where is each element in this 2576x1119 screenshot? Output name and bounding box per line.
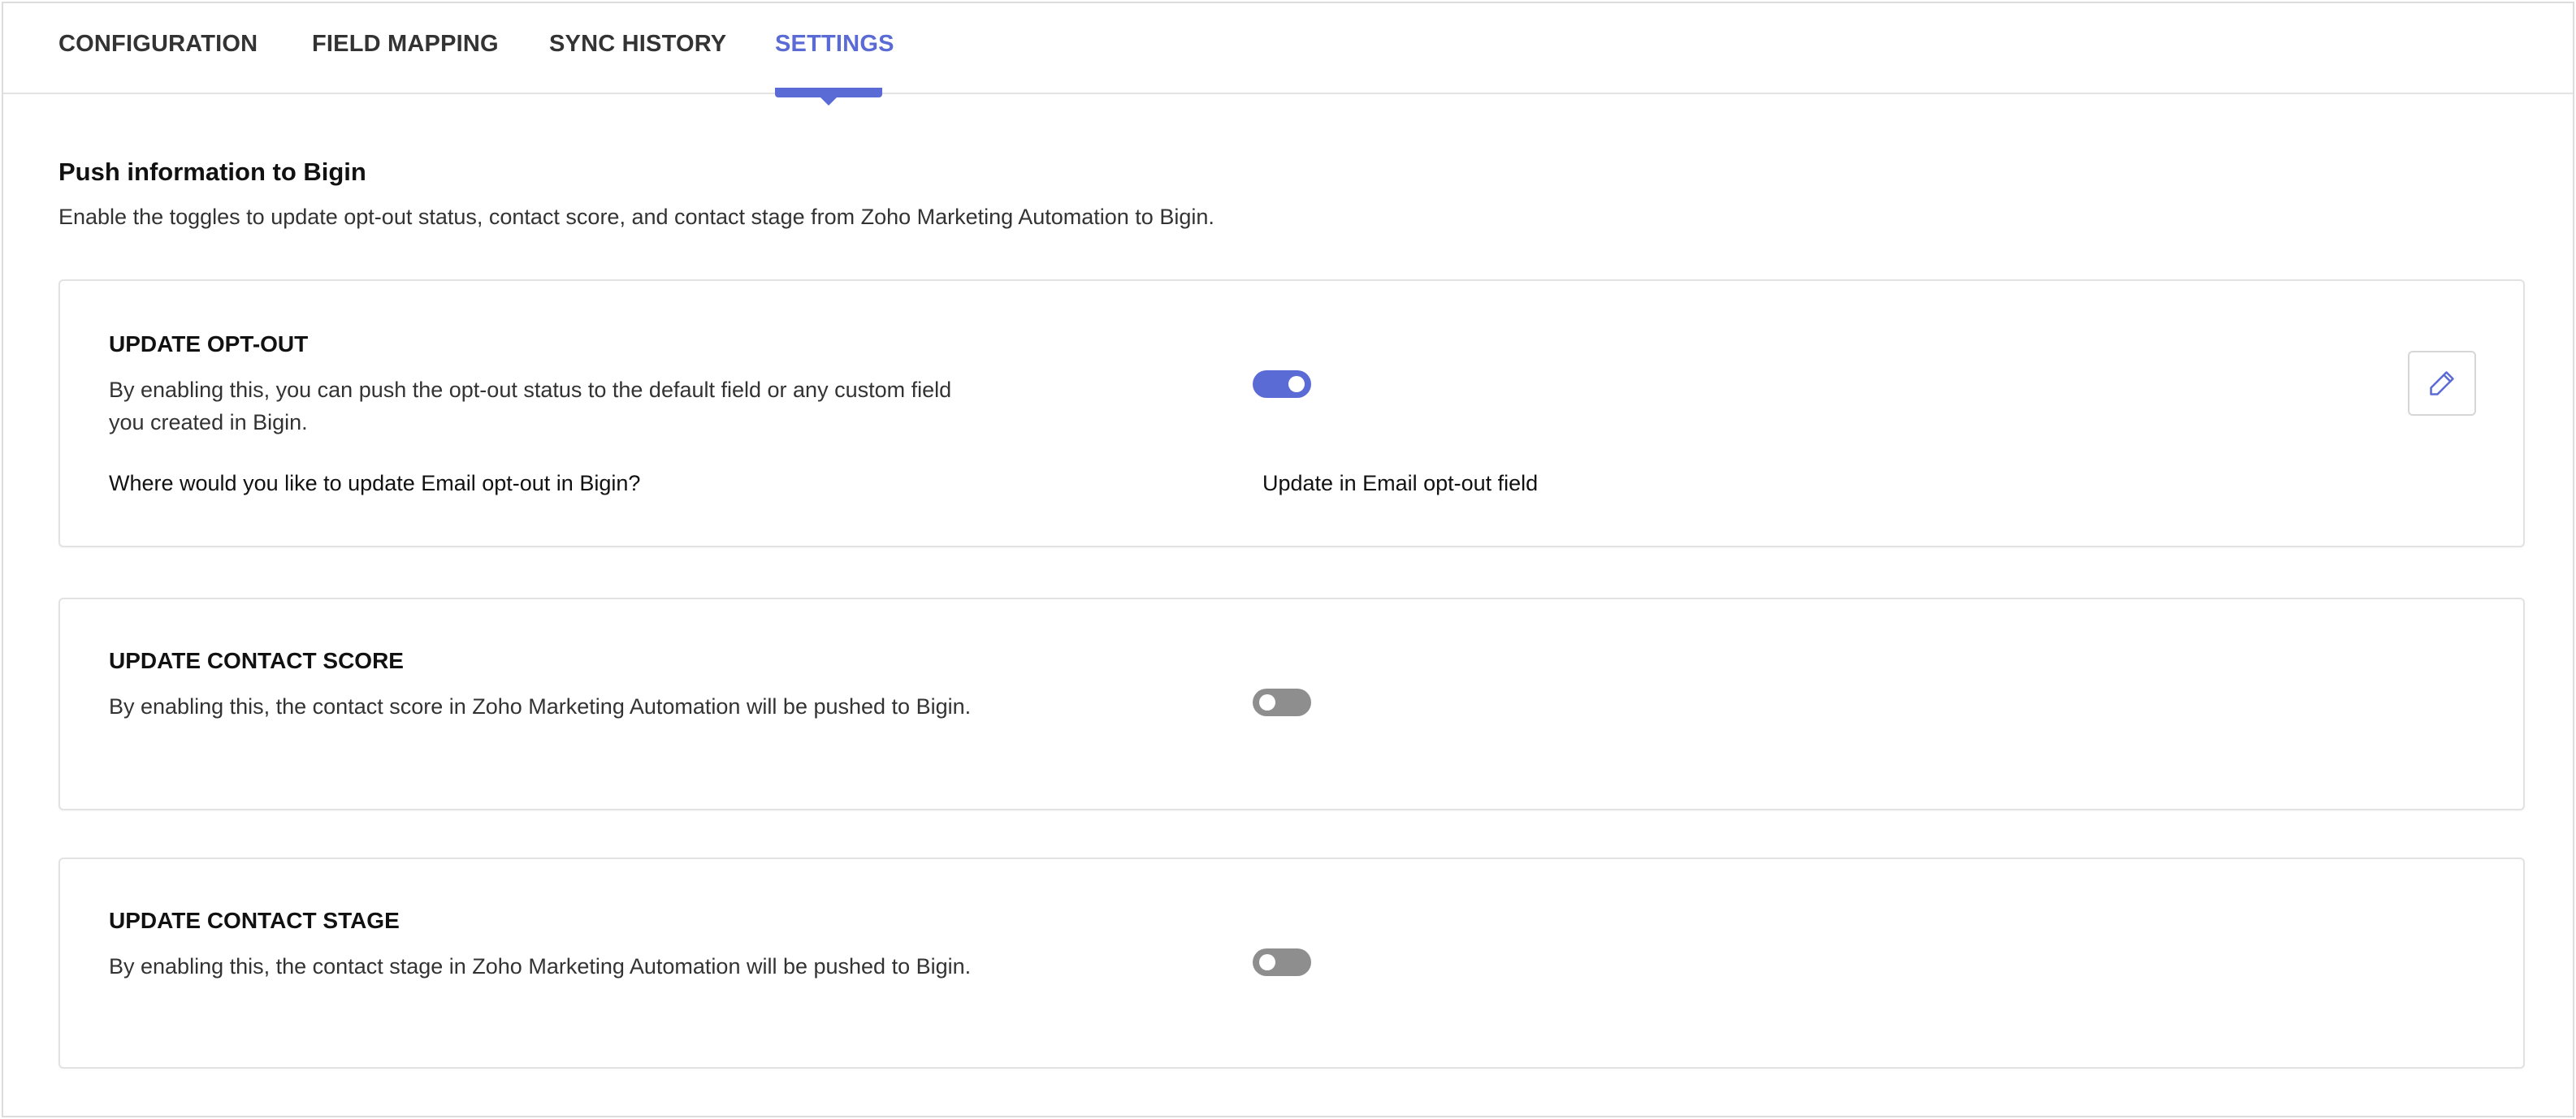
update-opt-out-toggle[interactable] — [1253, 370, 1311, 398]
tab-settings[interactable]: SETTINGS — [775, 31, 894, 58]
active-tab-indicator — [775, 88, 882, 106]
update-contact-score-toggle[interactable] — [1253, 689, 1311, 716]
card-description: By enabling this, you can push the opt-o… — [109, 378, 952, 434]
tab-bar: CONFIGURATION FIELD MAPPING SYNC HISTORY… — [3, 3, 2573, 106]
card-title: UPDATE OPT-OUT — [109, 331, 309, 356]
card-description: By enabling this, the contact stage in Z… — [109, 954, 972, 979]
toggle-knob — [1259, 954, 1275, 970]
settings-panel: CONFIGURATION FIELD MAPPING SYNC HISTORY… — [2, 2, 2574, 1117]
update-contact-stage-toggle[interactable] — [1253, 948, 1311, 976]
card-title: UPDATE CONTACT STAGE — [109, 908, 400, 933]
opt-out-field-value: Update in Email opt-out field — [1262, 471, 1539, 495]
update-contact-stage-card: UPDATE CONTACT STAGE By enabling this, t… — [58, 858, 2525, 1069]
pencil-icon — [2430, 371, 2454, 395]
update-contact-score-card: UPDATE CONTACT SCORE By enabling this, t… — [58, 598, 2525, 810]
update-opt-out-card: UPDATE OPT-OUT By enabling this, you can… — [58, 279, 2525, 547]
section-description: Enable the toggles to update opt-out sta… — [58, 205, 1214, 229]
toggle-knob — [1259, 694, 1275, 711]
card-description: By enabling this, the contact score in Z… — [109, 694, 972, 719]
card-title: UPDATE CONTACT SCORE — [109, 648, 404, 673]
toggle-knob — [1288, 376, 1305, 392]
tab-sync-history[interactable]: SYNC HISTORY — [549, 31, 726, 58]
edit-button[interactable] — [2408, 351, 2476, 416]
opt-out-question-label: Where would you like to update Email opt… — [109, 471, 641, 495]
section-title: Push information to Bigin — [58, 158, 366, 186]
tab-field-mapping[interactable]: FIELD MAPPING — [312, 31, 499, 58]
tab-configuration[interactable]: CONFIGURATION — [58, 31, 258, 58]
